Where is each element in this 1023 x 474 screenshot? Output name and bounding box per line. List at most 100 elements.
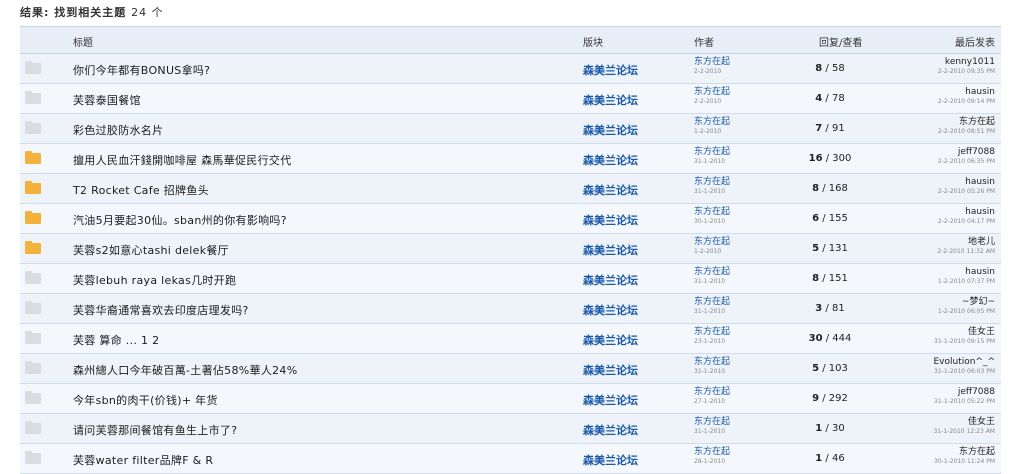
last-post-user-link[interactable]: hausin — [965, 87, 995, 97]
last-post-user-link[interactable]: hausin — [965, 177, 995, 187]
forum-link[interactable]: 森美兰论坛 — [583, 212, 638, 228]
stats-separator: / — [819, 183, 829, 194]
thread-table: 标题 版块 作者 回复/查看 最后发表 你们今年都有BONUS拿吗? 森美兰论坛东… — [20, 26, 1001, 474]
last-post-cell: hausin 2-2-2010 05:26 PM — [938, 177, 995, 196]
thread-title-link[interactable]: 汽油5月要起30仙。sban州的你有影响吗? — [73, 212, 287, 228]
author-link[interactable]: 东方在起 — [694, 417, 730, 427]
reply-view-count: 30 / 444 — [780, 333, 880, 344]
author-link[interactable]: 东方在起 — [694, 177, 730, 187]
stats-separator: / — [819, 393, 829, 404]
view-count: 30 — [831, 423, 845, 434]
last-post-cell: Evolution^_^ 31-1-2010 06:03 PM — [933, 357, 995, 376]
last-post-cell: jeff7088 2-2-2010 06:35 PM — [938, 147, 995, 166]
forum-link[interactable]: 森美兰论坛 — [583, 332, 638, 348]
author-date: 31-1-2010 — [694, 368, 726, 375]
author-cell: 东方在起 1-2-2010 — [694, 237, 730, 256]
thread-title-link[interactable]: 芙蓉lebuh raya lekas几时开跑 — [73, 272, 236, 288]
last-post-cell: 佳女王 31-1-2010 09:15 PM — [934, 327, 995, 346]
last-post-user-link[interactable]: hausin — [965, 207, 995, 217]
author-link[interactable]: 东方在起 — [694, 117, 730, 127]
author-link[interactable]: 东方在起 — [694, 357, 730, 367]
author-link[interactable]: 东方在起 — [694, 147, 730, 157]
author-link[interactable]: 东方在起 — [694, 327, 730, 337]
reply-view-count: 8 / 151 — [780, 273, 880, 284]
forum-link[interactable]: 森美兰论坛 — [583, 362, 638, 378]
view-count: 300 — [832, 153, 852, 164]
last-post-cell: 东方在起 2-2-2010 08:51 PM — [938, 117, 995, 136]
last-post-user-link[interactable]: 佳女王 — [968, 417, 995, 427]
thread-title-link[interactable]: 你们今年都有BONUS拿吗? — [73, 62, 210, 78]
stats-separator: / — [822, 453, 832, 464]
author-link[interactable]: 东方在起 — [694, 297, 730, 307]
stats-separator: / — [822, 423, 832, 434]
forum-link[interactable]: 森美兰论坛 — [583, 182, 638, 198]
forum-link[interactable]: 森美兰论坛 — [583, 302, 638, 318]
author-link[interactable]: 东方在起 — [694, 207, 730, 217]
forum-link[interactable]: 森美兰论坛 — [583, 122, 638, 138]
reply-view-count: 3 / 81 — [780, 303, 880, 314]
forum-link[interactable]: 森美兰论坛 — [583, 152, 638, 168]
thread-title-link[interactable]: 芙蓉water filter品牌F & R — [73, 452, 213, 468]
header-last-post: 最后发表 — [955, 38, 995, 49]
thread-title-link[interactable]: 今年sbn的肉干(价钱)+ 年货 — [73, 392, 218, 408]
thread-title-link[interactable]: 森州總人口今年破百萬-土著佔58%華人24% — [73, 362, 297, 378]
forum-link[interactable]: 森美兰论坛 — [583, 92, 638, 108]
forum-link[interactable]: 森美兰论坛 — [583, 272, 638, 288]
view-count: 46 — [831, 453, 845, 464]
thread-title-link[interactable]: 请问芙蓉那间餐馆有鱼生上市了? — [73, 422, 237, 438]
table-row: 芙蓉s2如意心tashi delek餐厅 森美兰论坛 东方在起 1-2-2010 5 /… — [20, 234, 1001, 264]
last-post-user-link[interactable]: 东方在起 — [959, 117, 995, 127]
forum-link[interactable]: 森美兰论坛 — [583, 392, 638, 408]
table-row: 彩色过胶防水名片 森美兰论坛 东方在起 1-2-2010 7 / 91 东方在起 2-2-2… — [20, 114, 1001, 144]
thread-title-link[interactable]: 彩色过胶防水名片 — [73, 122, 163, 138]
last-post-user-link[interactable]: jeff7088 — [958, 387, 995, 397]
thread-title-link[interactable]: T2 Rocket Cafe 招牌鱼头 — [73, 182, 209, 198]
last-post-date: 2-2-2010 09:35 PM — [937, 68, 995, 75]
thread-title-link[interactable]: 芙蓉s2如意心tashi delek餐厅 — [73, 242, 229, 258]
table-row: 芙蓉 算命 ... 1 2 森美兰论坛 东方在起 23-1-2010 30 / 444 佳… — [20, 324, 1001, 354]
last-post-user-link[interactable]: 地老儿 — [968, 237, 995, 247]
stats-separator: / — [819, 363, 829, 374]
forum-link[interactable]: 森美兰论坛 — [583, 452, 638, 468]
view-count: 58 — [831, 63, 845, 74]
author-link[interactable]: 东方在起 — [694, 447, 730, 457]
thread-title-link[interactable]: 芙蓉华裔通常喜欢去印度店理发吗? — [73, 302, 249, 318]
thread-title-link[interactable]: 芙蓉泰国餐馆 — [73, 92, 141, 108]
stats-separator: / — [822, 153, 833, 164]
folder-icon — [25, 121, 41, 134]
last-post-user-link[interactable]: 佳女王 — [968, 327, 995, 337]
author-link[interactable]: 东方在起 — [694, 387, 730, 397]
last-post-user-link[interactable]: 东方在起 — [959, 447, 995, 457]
last-post-user-link[interactable]: Evolution^_^ — [933, 357, 995, 367]
table-row: 芙蓉lebuh raya lekas几时开跑 森美兰论坛 东方在起 31-1-2010… — [20, 264, 1001, 294]
folder-icon — [25, 181, 41, 194]
author-cell: 东方在起 23-1-2010 — [694, 327, 730, 346]
author-date: 27-1-2010 — [694, 398, 726, 405]
header-stats: 回复/查看 — [819, 38, 863, 49]
stats-separator: / — [822, 63, 832, 74]
table-row: 芙蓉water filter品牌F & R 森美兰论坛 东方在起 28-1-2010 1… — [20, 444, 1001, 474]
last-post-user-link[interactable]: kenny1011 — [945, 57, 995, 67]
table-row: 你们今年都有BONUS拿吗? 森美兰论坛 东方在起 2-2-2010 8 / 58 ken… — [20, 54, 1001, 84]
last-post-user-link[interactable]: hausin — [965, 267, 995, 277]
folder-icon — [25, 451, 41, 464]
stats-separator: / — [822, 123, 832, 134]
forum-link[interactable]: 森美兰论坛 — [583, 62, 638, 78]
author-link[interactable]: 东方在起 — [694, 57, 730, 67]
stats-separator: / — [822, 333, 833, 344]
last-post-user-link[interactable]: jeff7088 — [958, 147, 995, 157]
forum-link[interactable]: 森美兰论坛 — [583, 242, 638, 258]
last-post-date: 1-2-2010 06:05 PM — [937, 308, 995, 315]
reply-view-count: 7 / 91 — [780, 123, 880, 134]
last-post-cell: hausin 2-2-2010 09:14 PM — [938, 87, 995, 106]
forum-link[interactable]: 森美兰论坛 — [583, 422, 638, 438]
last-post-user-link[interactable]: ~梦幻~ — [962, 297, 995, 307]
thread-title-link[interactable]: 芙蓉 算命 ... 1 2 — [73, 332, 159, 348]
reply-view-count: 1 / 30 — [780, 423, 880, 434]
table-row: 请问芙蓉那间餐馆有鱼生上市了? 森美兰论坛 东方在起 31-1-2010 1 / 30 佳… — [20, 414, 1001, 444]
author-link[interactable]: 东方在起 — [694, 267, 730, 277]
author-link[interactable]: 东方在起 — [694, 87, 730, 97]
thread-title-link[interactable]: 擅用人民血汗錢開咖啡屋 森馬華促民行交代 — [73, 152, 292, 168]
author-link[interactable]: 东方在起 — [694, 237, 730, 247]
reply-view-count: 8 / 168 — [780, 183, 880, 194]
